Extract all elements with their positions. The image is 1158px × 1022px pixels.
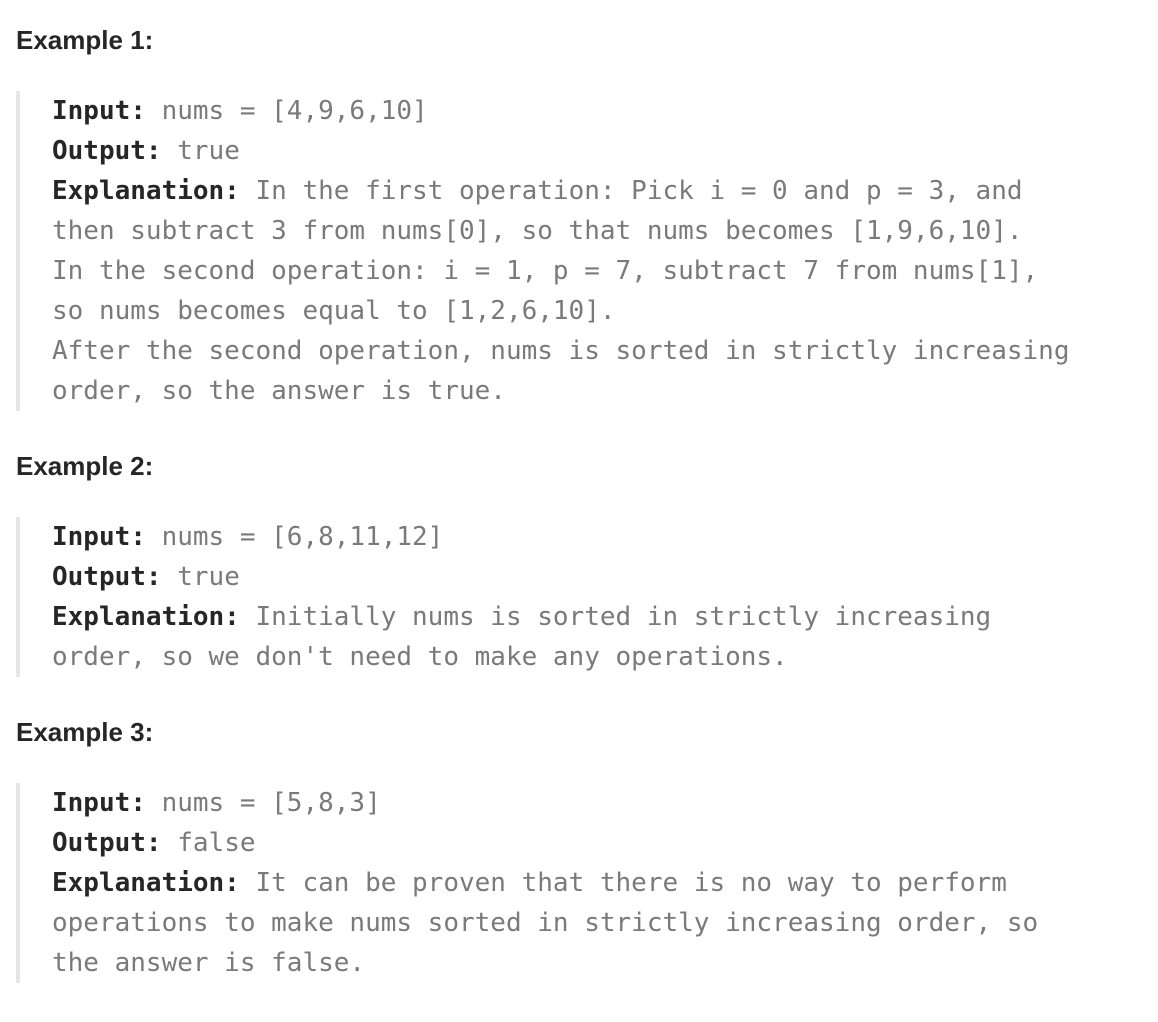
explanation-text: In the first operation: Pick i = 0 and p… (239, 176, 1023, 206)
input-value: nums = [5,8,3] (145, 788, 381, 818)
output-value: false (161, 828, 256, 858)
output-label: Output: (52, 828, 162, 858)
example-1-block: Input: nums = [4,9,6,10] Output: true Ex… (16, 91, 1156, 411)
example-2-explanation-line: Explanation: Initially nums is sorted in… (52, 597, 1156, 637)
example-3-output-line: Output: false (52, 823, 1156, 863)
example-1-output-line: Output: true (52, 131, 1156, 171)
example-3-block: Input: nums = [5,8,3] Output: false Expl… (16, 783, 1156, 983)
input-value: nums = [4,9,6,10] (145, 96, 428, 126)
example-2-input-line: Input: nums = [6,8,11,12] (52, 517, 1156, 557)
explanation-continuation: the answer is false. (52, 948, 366, 978)
explanation-continuation: In the second operation: i = 1, p = 7, s… (52, 256, 1039, 286)
explanation-text: Initially nums is sorted in strictly inc… (239, 602, 992, 632)
explanation-continuation: then subtract 3 from nums[0], so that nu… (52, 216, 1023, 246)
example-2-title: Example 2: (16, 451, 154, 481)
explanation-continuation: so nums becomes equal to [1,2,6,10]. (52, 296, 616, 326)
example-1-title: Example 1: (16, 25, 154, 55)
example-3-input-line: Input: nums = [5,8,3] (52, 783, 1156, 823)
input-label: Input: (52, 522, 146, 552)
input-value: nums = [6,8,11,12] (145, 522, 444, 552)
explanation-label: Explanation: (52, 868, 240, 898)
explanation-label: Explanation: (52, 176, 240, 206)
explanation-continuation: order, so we don't need to make any oper… (52, 642, 788, 672)
explanation-text: It can be proven that there is no way to… (239, 868, 1007, 898)
output-label: Output: (52, 562, 162, 592)
examples-page: Example 1: Input: nums = [4,9,6,10] Outp… (0, 0, 1158, 1022)
example-2-block: Input: nums = [6,8,11,12] Output: true E… (16, 517, 1156, 677)
output-value: true (161, 136, 240, 166)
explanation-continuation: order, so the answer is true. (52, 376, 506, 406)
explanation-continuation: After the second operation, nums is sort… (52, 336, 1070, 366)
explanation-label: Explanation: (52, 602, 240, 632)
input-label: Input: (52, 96, 146, 126)
example-1-input-line: Input: nums = [4,9,6,10] (52, 91, 1156, 131)
example-3-title: Example 3: (16, 717, 154, 747)
output-value: true (161, 562, 240, 592)
explanation-continuation: operations to make nums sorted in strict… (52, 908, 1039, 938)
example-1-explanation-line: Explanation: In the first operation: Pic… (52, 171, 1156, 211)
input-label: Input: (52, 788, 146, 818)
example-3-explanation-line: Explanation: It can be proven that there… (52, 863, 1156, 903)
example-2-output-line: Output: true (52, 557, 1156, 597)
output-label: Output: (52, 136, 162, 166)
